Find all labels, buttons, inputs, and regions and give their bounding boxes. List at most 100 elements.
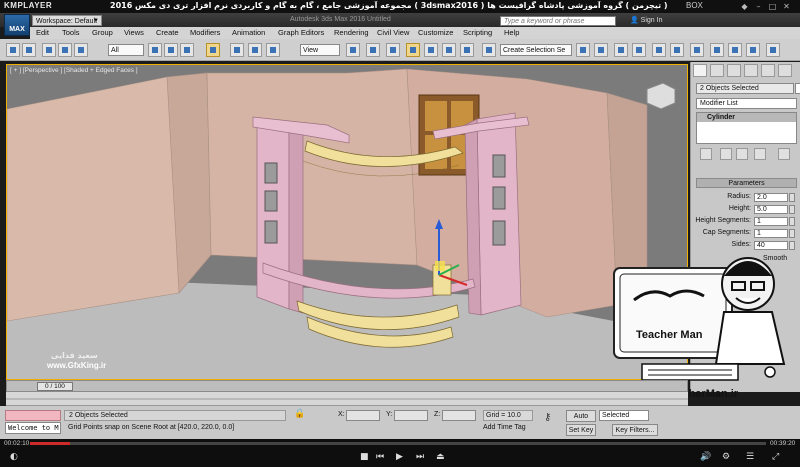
settings-icon[interactable]: ⚙ [722, 452, 730, 462]
param-value[interactable]: 1 [754, 229, 788, 238]
percent-snap-icon[interactable] [442, 43, 456, 57]
maximize-icon[interactable]: □ [768, 2, 777, 11]
named-selection-set-dropdown[interactable]: Create Selection Se [500, 44, 572, 56]
menu-help[interactable]: Help [504, 28, 519, 37]
select-link-icon[interactable] [42, 43, 56, 57]
menu-views[interactable]: Views [124, 28, 144, 37]
select-scale-icon[interactable] [248, 43, 262, 57]
modifier-list-dropdown[interactable]: Modifier List [696, 98, 797, 109]
fullscreen-icon[interactable]: ⤢ [772, 452, 779, 462]
menu-scripting[interactable]: Scripting [463, 28, 492, 37]
add-time-tag-button[interactable]: Add Time Tag [483, 424, 526, 431]
maxscript-mini-input[interactable]: Welcome to M [5, 422, 61, 434]
render-production-icon[interactable] [746, 43, 760, 57]
parameters-rollout-header[interactable]: Parameters [696, 178, 797, 188]
reference-coordinate-dropdown[interactable]: View [300, 44, 340, 56]
set-key-button[interactable]: Set Key [566, 424, 596, 436]
render-iterative-icon[interactable] [766, 43, 780, 57]
redo-icon[interactable] [22, 43, 36, 57]
utilities-tab-icon[interactable] [778, 64, 792, 77]
player-box-button[interactable]: BOX [686, 1, 703, 10]
rendered-frame-window-icon[interactable] [728, 43, 742, 57]
make-unique-icon[interactable] [736, 148, 748, 160]
menu-animation[interactable]: Animation [232, 28, 265, 37]
material-editor-icon[interactable] [690, 43, 704, 57]
playlist-icon[interactable]: ☰ [746, 452, 754, 462]
maxscript-listener-mini[interactable] [5, 410, 61, 421]
select-object-icon[interactable] [148, 43, 162, 57]
selection-filter-dropdown[interactable]: All [108, 44, 144, 56]
key-filters-button[interactable]: Key Filters... [612, 424, 658, 436]
object-color-swatch[interactable] [795, 83, 800, 94]
perspective-viewport[interactable]: [ + ] [Perspective ] [Shaded + Edged Fac… [6, 64, 688, 380]
object-name-field[interactable]: 2 Objects Selected [696, 83, 794, 94]
menu-create[interactable]: Create [156, 28, 179, 37]
sign-in-button[interactable]: 👤 Sign In [630, 16, 662, 24]
param-value[interactable]: 2.0 [754, 193, 788, 202]
remove-modifier-icon[interactable] [754, 148, 766, 160]
scene-explorer-icon[interactable] [614, 43, 628, 57]
menu-civil-view[interactable]: Civil View [377, 28, 409, 37]
workspace-dropdown[interactable]: Workspace: Default ▼ [32, 15, 102, 26]
stop-icon[interactable]: ■ [360, 452, 369, 462]
select-move-icon[interactable] [206, 43, 220, 57]
motion-tab-icon[interactable] [744, 64, 758, 77]
schematic-view-icon[interactable] [670, 43, 684, 57]
3d-mode-icon[interactable]: ◐ [10, 452, 18, 462]
eject-icon[interactable]: ⏏ [436, 452, 445, 462]
pin-stack-icon[interactable] [700, 148, 712, 160]
pivot-center-icon[interactable] [346, 43, 360, 57]
modifier-stack[interactable]: Cylinder [696, 112, 797, 144]
keyword-search-input[interactable]: Type a keyword or phrase [500, 16, 616, 26]
mirror-icon[interactable] [576, 43, 590, 57]
auto-key-button[interactable]: Auto Key [566, 410, 596, 431]
time-slider-thumb[interactable]: 0 / 100 [37, 382, 73, 391]
menu-edit[interactable]: Edit [36, 28, 49, 37]
select-place-icon[interactable] [266, 43, 280, 57]
spinner-icon[interactable] [789, 193, 795, 202]
next-icon[interactable]: ⏭ [416, 452, 424, 462]
curve-editor-icon[interactable] [652, 43, 666, 57]
spinner-icon[interactable] [789, 205, 795, 214]
modify-tab-icon[interactable] [710, 64, 724, 77]
undo-icon[interactable] [6, 43, 20, 57]
snaps-toggle-icon[interactable] [406, 43, 420, 57]
layer-explorer-icon[interactable] [632, 43, 646, 57]
select-rotate-icon[interactable] [230, 43, 244, 57]
selection-region-icon[interactable] [180, 43, 194, 57]
viewport-label[interactable]: [ + ] [Perspective ] [Shaded + Edged Fac… [10, 67, 138, 74]
volume-icon[interactable]: 🔊 [700, 452, 711, 462]
menu-graph-editors[interactable]: Graph Editors [278, 28, 324, 37]
display-tab-icon[interactable] [761, 64, 775, 77]
menu-customize[interactable]: Customize [418, 28, 453, 37]
edit-named-selection-icon[interactable] [482, 43, 496, 57]
select-by-name-icon[interactable] [164, 43, 178, 57]
close-icon[interactable]: ✕ [782, 2, 791, 11]
key-filter-dropdown[interactable]: Selected [599, 410, 649, 421]
minimize-icon[interactable]: – [754, 2, 763, 11]
menu-modifiers[interactable]: Modifiers [190, 28, 220, 37]
track-bar[interactable] [6, 392, 688, 406]
align-icon[interactable] [594, 43, 608, 57]
hierarchy-tab-icon[interactable] [727, 64, 741, 77]
set-key-icon[interactable]: ⚷ [544, 412, 551, 423]
configure-sets-icon[interactable] [778, 148, 790, 160]
select-manipulate-icon[interactable] [366, 43, 380, 57]
render-setup-icon[interactable] [710, 43, 724, 57]
application-button[interactable]: MAX [4, 14, 30, 36]
keyboard-shortcut-icon[interactable] [386, 43, 400, 57]
seek-bar[interactable] [30, 442, 766, 445]
menu-rendering[interactable]: Rendering [334, 28, 369, 37]
pin-icon[interactable]: ◆ [740, 2, 749, 11]
angle-snap-icon[interactable] [424, 43, 438, 57]
spinner-icon[interactable] [789, 229, 795, 238]
param-value[interactable]: 5.0 [754, 205, 788, 214]
z-coordinate-field[interactable] [442, 410, 476, 421]
play-icon[interactable]: ▶ [396, 452, 403, 462]
unlink-icon[interactable] [58, 43, 72, 57]
lock-selection-icon[interactable]: 🔒 [294, 409, 305, 419]
menu-tools[interactable]: Tools [62, 28, 80, 37]
create-tab-icon[interactable] [693, 64, 707, 77]
show-end-result-icon[interactable] [720, 148, 732, 160]
time-slider[interactable]: 0 / 100 [6, 380, 688, 392]
